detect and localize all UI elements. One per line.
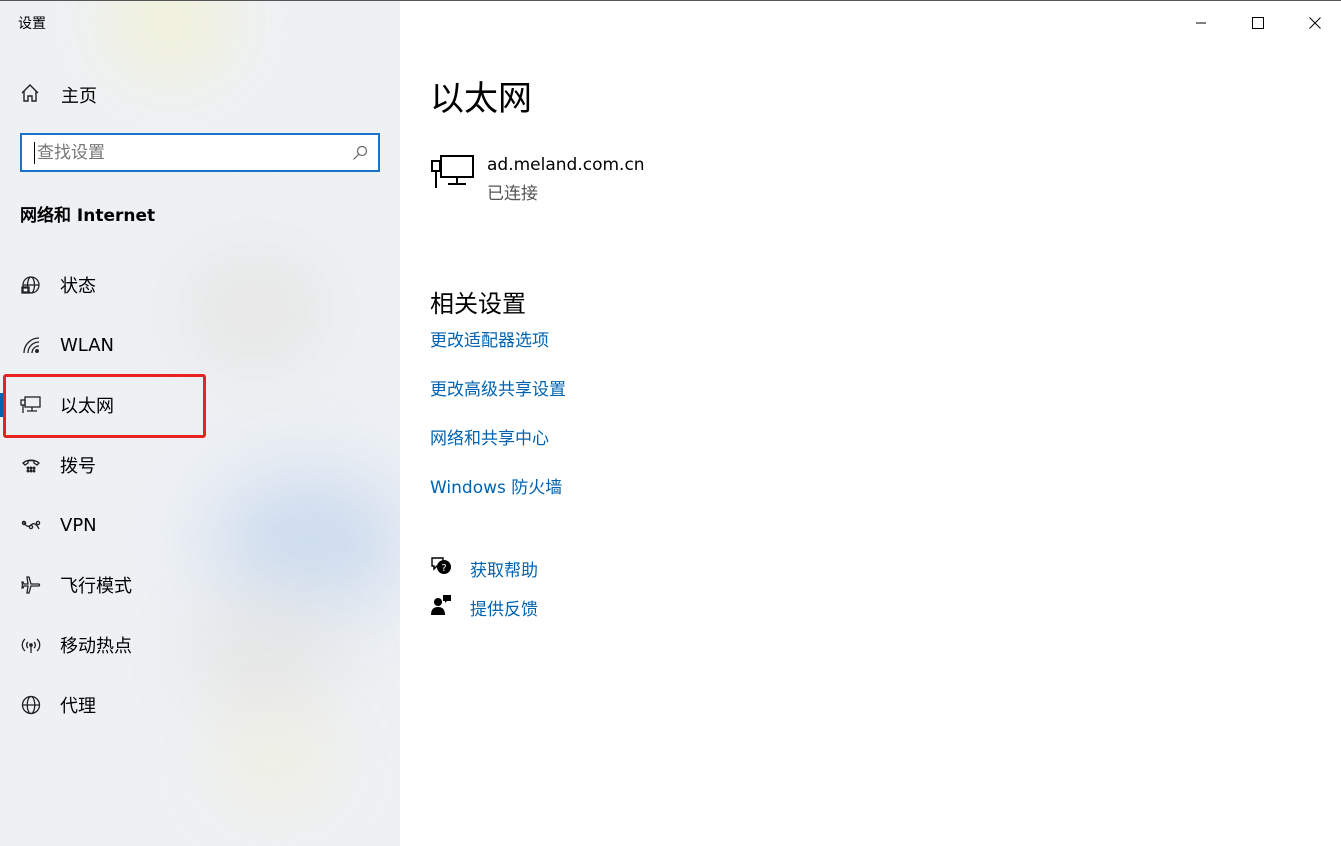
sidebar-item-label: 以太网 [60,396,114,417]
maximize-icon [1251,14,1264,33]
backdrop-blur [110,1,230,71]
feedback-label: 提供反馈 [470,599,538,620]
home-icon [19,82,41,108]
sidebar-item-label: VPN [60,514,97,536]
sidebar: 设置 主页 网络和 Internet [0,1,400,846]
close-icon [1308,14,1321,33]
sidebar-item-status[interactable]: 状态 [0,255,400,315]
dialup-icon [20,454,42,476]
help-chat-icon: ? [430,555,452,581]
airplane-icon [20,574,42,596]
sidebar-item-hotspot[interactable]: 移动热点 [0,615,400,675]
sidebar-item-airplane[interactable]: 飞行模式 [0,555,400,615]
sidebar-item-wlan[interactable]: WLAN [0,315,400,375]
connection-status: 已连接 [487,184,538,204]
related-settings-heading: 相关设置 [430,290,526,318]
sidebar-item-dialup[interactable]: 拨号 [0,435,400,495]
nav-list: 状态 WLAN 以太网 拨号 VPN 飞行模式 移动热点 代理 [0,255,400,735]
minimize-button[interactable] [1172,1,1229,45]
minimize-icon [1195,14,1207,33]
feedback-link[interactable]: 提供反馈 [430,594,538,620]
vpn-icon [20,514,42,536]
ethernet-icon [20,394,42,416]
section-title: 网络和 Internet [20,206,156,226]
page-title: 以太网 [430,79,532,119]
active-indicator [0,393,4,417]
close-button[interactable] [1286,1,1341,45]
sidebar-item-label: 代理 [60,696,96,717]
sidebar-item-label: 移动热点 [60,636,132,657]
sidebar-item-label: 拨号 [60,456,96,477]
settings-window: 设置 主页 网络和 Internet [0,0,1341,846]
search-box[interactable] [20,133,380,172]
app-title: 设置 [18,16,46,32]
sidebar-item-vpn[interactable]: VPN [0,495,400,555]
get-help-link[interactable]: ? 获取帮助 [430,555,538,581]
connection-name[interactable]: ad.meland.com.cn [487,155,645,175]
windows-firewall-link[interactable]: Windows 防火墙 [430,473,562,498]
status-globe-icon [20,274,42,296]
ethernet-device-icon [430,153,476,195]
home-label: 主页 [61,86,97,107]
svg-text:?: ? [441,563,446,574]
sidebar-item-label: 飞行模式 [60,576,132,597]
sidebar-item-label: WLAN [60,334,115,356]
maximize-button[interactable] [1229,1,1286,45]
sidebar-item-ethernet[interactable]: 以太网 [0,375,400,435]
search-icon[interactable] [352,145,368,165]
network-sharing-center-link[interactable]: 网络和共享中心 [430,424,549,449]
sidebar-item-proxy[interactable]: 代理 [0,675,400,735]
proxy-globe-icon [20,694,42,716]
home-nav-item[interactable]: 主页 [19,81,97,109]
get-help-label: 获取帮助 [470,560,538,581]
hotspot-icon [20,634,42,656]
change-adapter-options-link[interactable]: 更改适配器选项 [430,326,549,351]
advanced-sharing-settings-link[interactable]: 更改高级共享设置 [430,375,566,400]
wifi-icon [20,334,42,356]
search-input[interactable] [34,142,334,164]
feedback-person-icon [430,594,452,620]
sidebar-item-label: 状态 [60,276,96,297]
